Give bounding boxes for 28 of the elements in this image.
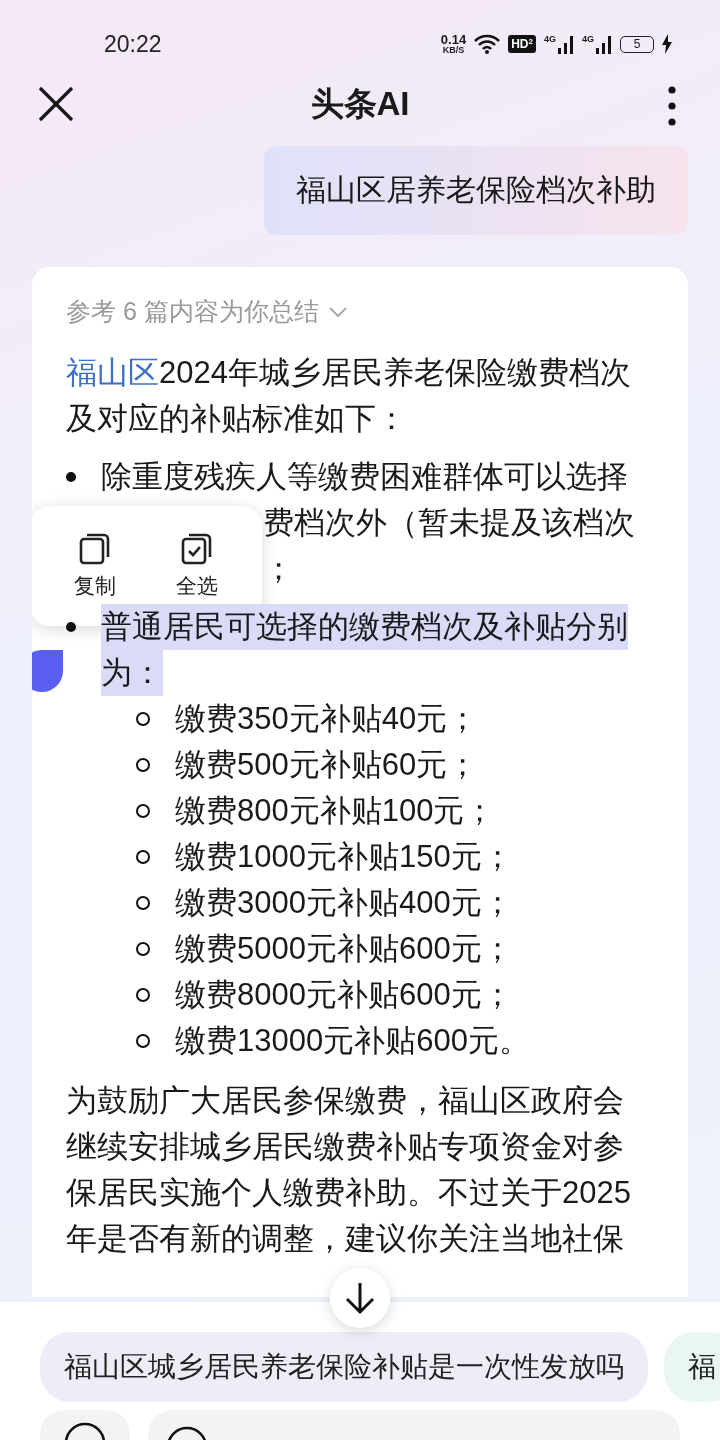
- network-speed: 0.14: [440, 33, 467, 46]
- network-label: 4G: [543, 34, 556, 44]
- menu-item[interactable]: 全选: [172, 528, 222, 604]
- location-link[interactable]: 福山区: [66, 355, 159, 390]
- sub-bullet-text: 缴费8000元补贴600元；: [175, 976, 513, 1014]
- sub-bullet-text: 缴费13000元补贴600元。: [175, 1022, 530, 1060]
- suggestion-chip[interactable]: 福: [664, 1332, 720, 1402]
- sub-bullet-text: 缴费800元补贴100元；: [175, 792, 496, 830]
- answer-paragraph: 为鼓励广大居民参保缴费，福山区政府会继续安排城乡居民缴费补贴专项资金对参保居民实施个人缴费补助。不过关于2025年是否有新的调整，建议你关注当地社保: [66, 1082, 632, 1258]
- user-message: 福山区居养老保险档次补助: [264, 146, 688, 235]
- sub-bullet-text: 缴费3000元补贴400元；: [175, 884, 513, 922]
- bullet-text: 普通居民可选择的缴费档次及补贴分别: [101, 604, 628, 650]
- menu-item[interactable]: 复制: [70, 528, 120, 604]
- bullet-text: ；: [263, 550, 294, 588]
- sub-bullet-text: 缴费350元补贴40元；: [175, 700, 479, 738]
- status-time: 20:22: [104, 30, 162, 58]
- network-label: 4G: [582, 34, 594, 44]
- page-title: 头条AI: [310, 83, 410, 124]
- bullet-text: 费档次外（暂未提及该档次: [263, 504, 635, 542]
- bullet-text: 为：: [101, 650, 163, 696]
- sub-bullet-text: 缴费1000元补贴150元；: [175, 838, 513, 876]
- battery-level: 5: [620, 35, 654, 53]
- suggestion-chip[interactable]: 福山区城乡居民养老保险补贴是一次性发放吗: [40, 1332, 648, 1402]
- speed-unit: KB/S: [442, 46, 465, 55]
- bullet-text: 除重度残疾人等缴费困难群体可以选择: [101, 458, 628, 496]
- sub-bullet-text: 缴费500元补贴60元；: [175, 746, 479, 784]
- intro-text: 福山区2024年城乡居民养老保险缴费档次及对应的补贴标准如下：: [66, 354, 632, 438]
- sub-bullet-text: 缴费5000元补贴600元；: [175, 930, 513, 968]
